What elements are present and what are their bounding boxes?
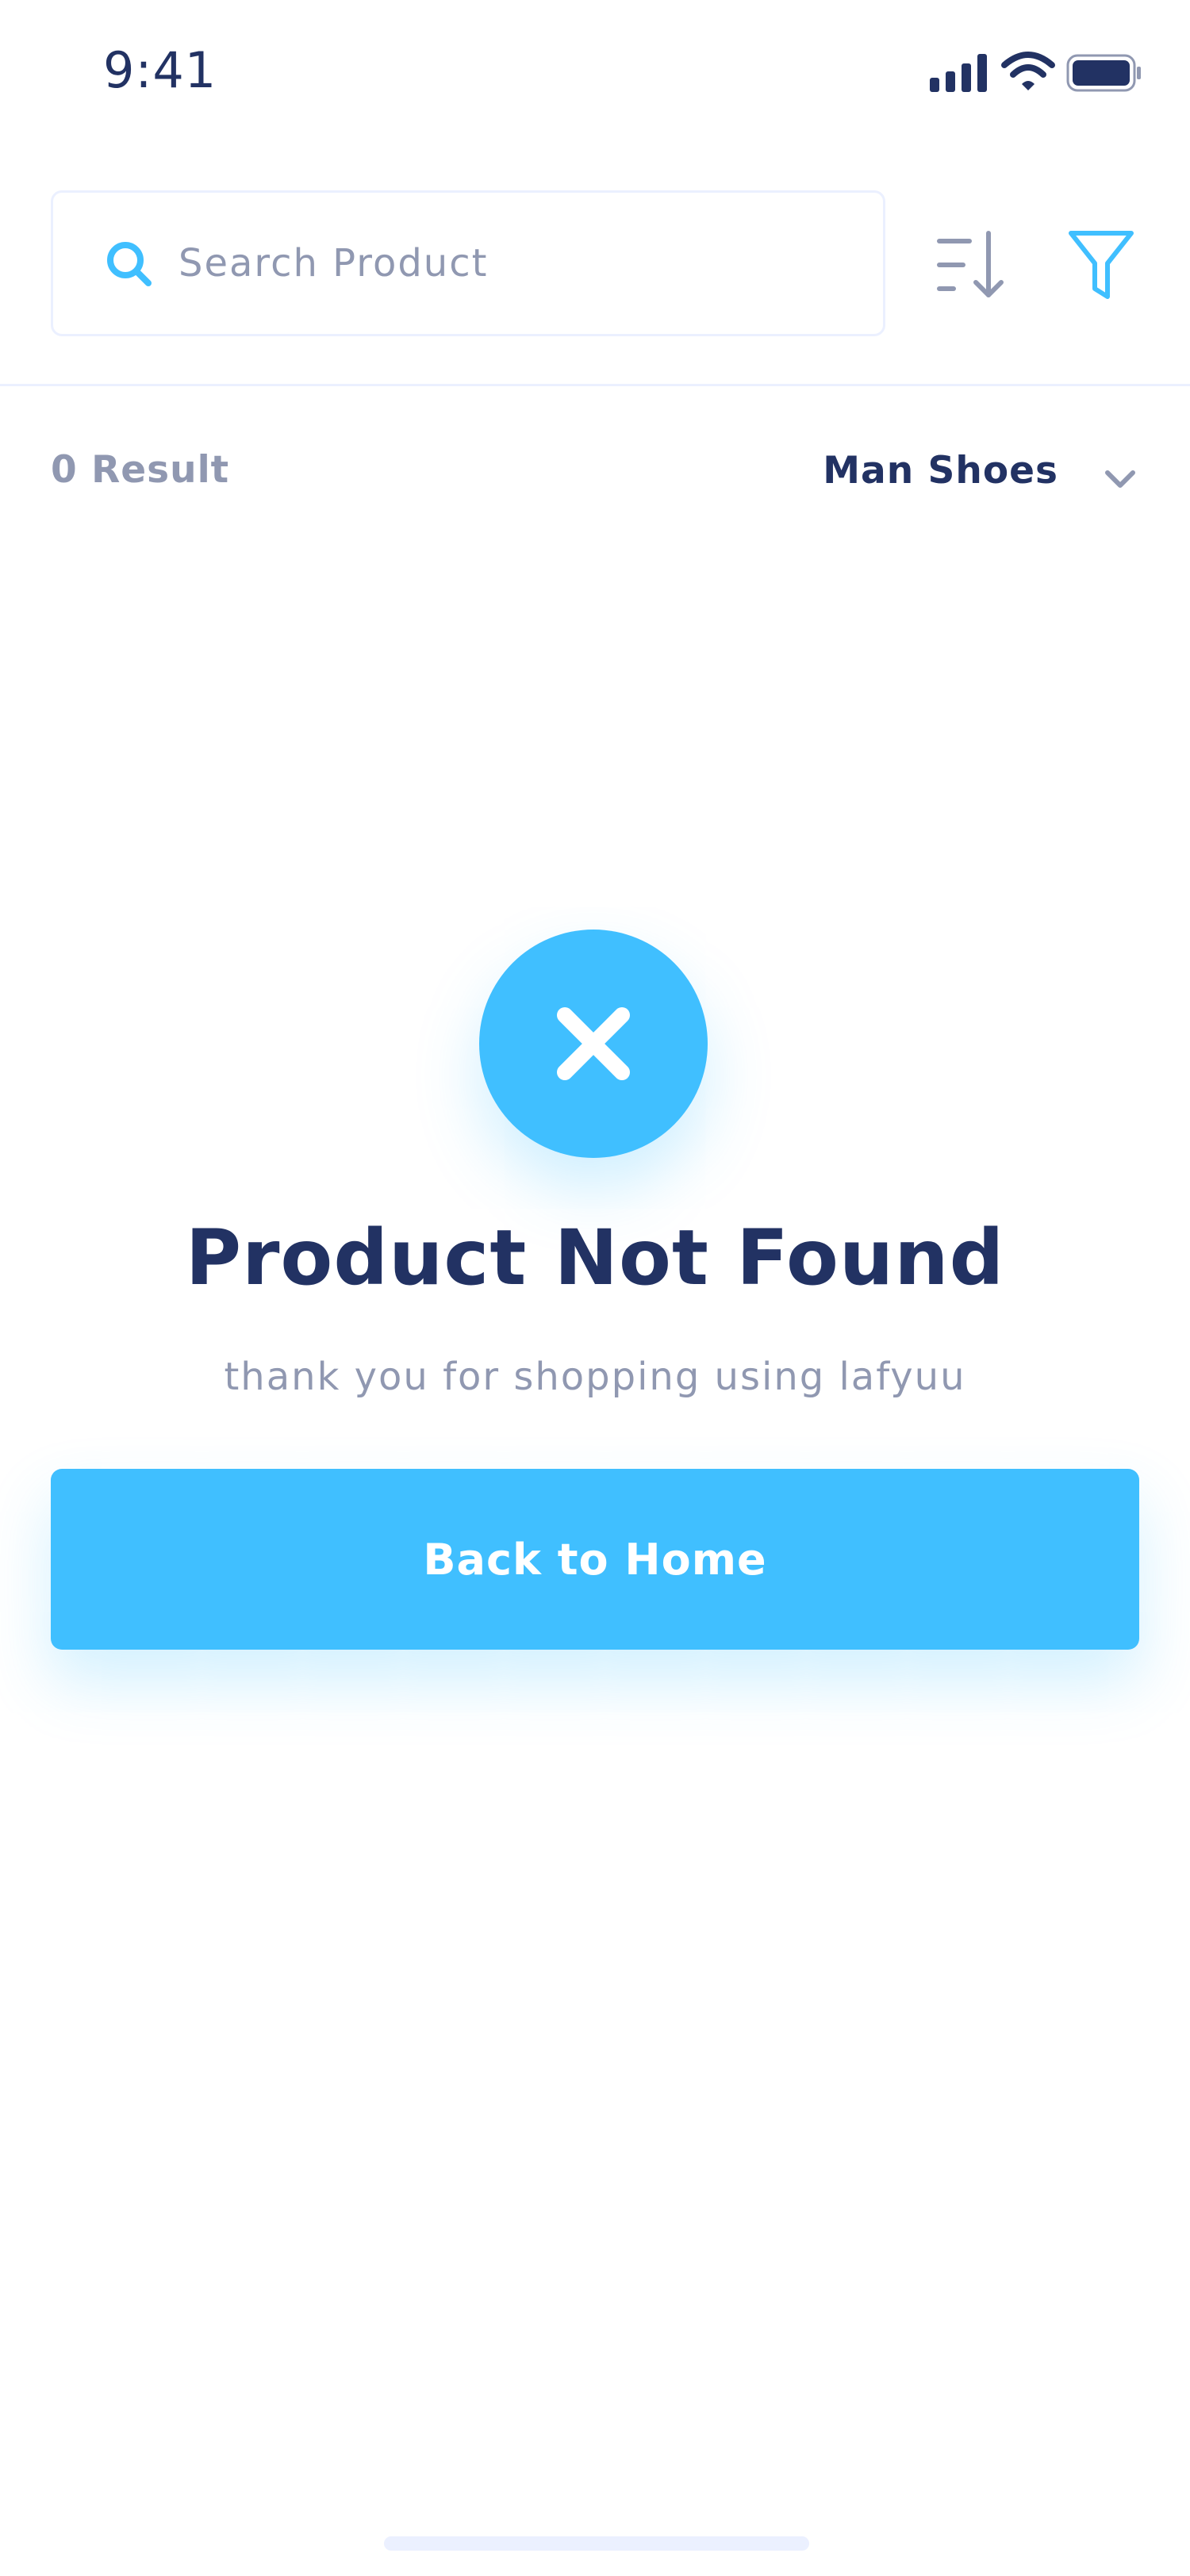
search-box[interactable]	[51, 190, 885, 336]
close-icon	[557, 1007, 630, 1080]
wifi-icon	[1001, 52, 1055, 90]
search-input[interactable]	[178, 215, 861, 312]
battery-icon	[1066, 54, 1141, 92]
sort-button[interactable]	[935, 227, 1011, 303]
category-label: Man Shoes	[823, 449, 1058, 493]
status-bar: 9:41	[0, 0, 1190, 143]
category-dropdown[interactable]: Man Shoes	[809, 444, 1139, 508]
result-count: 0 Result	[51, 448, 230, 492]
back-to-home-button[interactable]: Back to Home	[51, 1469, 1139, 1650]
filter-icon	[1069, 231, 1134, 299]
not-found-badge	[479, 930, 708, 1158]
search-icon	[107, 242, 152, 286]
header-divider	[0, 384, 1190, 386]
empty-state-subtitle: thank you for shopping using lafyuu	[224, 1355, 966, 1399]
home-indicator	[384, 2536, 809, 2551]
status-time: 9:41	[103, 41, 217, 99]
signal-icon	[930, 54, 987, 92]
filter-button[interactable]	[1066, 228, 1136, 303]
chevron-down-icon	[1105, 470, 1135, 488]
back-to-home-label: Back to Home	[423, 1534, 767, 1585]
empty-state-title: Product Not Found	[185, 1213, 1005, 1302]
search-results-screen: 9:41 Search Product 0 Result Man Shoes P…	[0, 0, 1190, 2576]
sort-icon	[937, 231, 1004, 297]
